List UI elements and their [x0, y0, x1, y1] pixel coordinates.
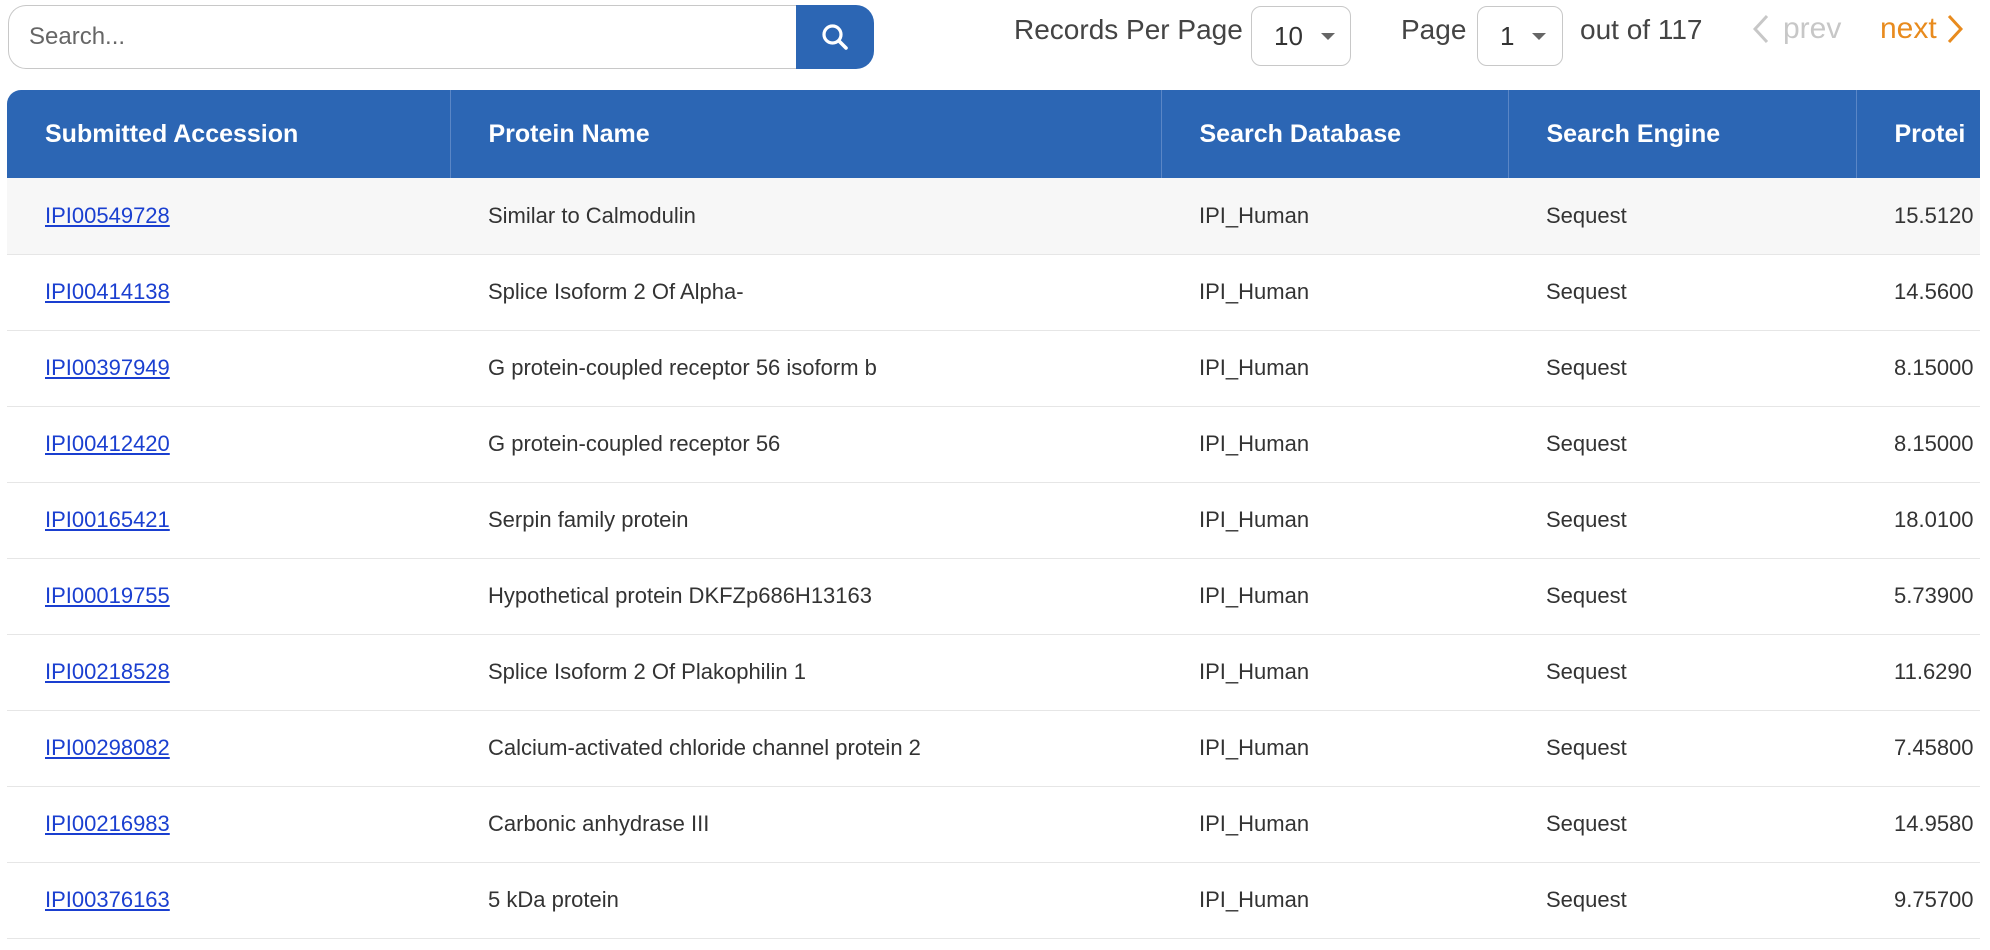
cell-search-engine: Sequest: [1508, 482, 1856, 559]
records-per-page-select[interactable]: 10: [1251, 6, 1351, 66]
cell-protein-name: G protein-coupled receptor 56: [450, 406, 1161, 483]
column-header-protein-value[interactable]: Protei: [1856, 90, 1980, 178]
page-value: 1: [1500, 20, 1515, 51]
next-label: next: [1880, 12, 1937, 45]
column-header-search-database[interactable]: Search Database: [1161, 90, 1509, 178]
cell-accession: IPI00216983: [7, 786, 450, 863]
cell-search-database: IPI_Human: [1161, 254, 1508, 331]
table-row: IPI00218528 Splice Isoform 2 Of Plakophil…: [7, 634, 1980, 711]
cell-protein-value: 7.45800: [1856, 710, 1980, 787]
accession-link[interactable]: IPI00412420: [45, 431, 170, 456]
cell-search-database: IPI_Human: [1161, 482, 1508, 559]
cell-protein-value: 18.0100: [1856, 482, 1980, 559]
next-button[interactable]: next: [1880, 12, 1963, 46]
cell-search-database: IPI_Human: [1161, 786, 1508, 863]
table-row: IPI00019755 Hypothetical protein DKFZp686…: [7, 558, 1980, 635]
chevron-right-icon: [1947, 14, 1963, 44]
cell-search-engine: Sequest: [1508, 862, 1856, 939]
records-per-page-value: 10: [1274, 20, 1303, 51]
cell-search-engine: Sequest: [1508, 634, 1856, 711]
cell-search-database: IPI_Human: [1161, 862, 1508, 939]
cell-protein-name: G protein-coupled receptor 56 isoform b: [450, 330, 1161, 407]
column-header-search-engine[interactable]: Search Engine: [1508, 90, 1857, 178]
table-row: IPI00412420 G protein-coupled receptor 56…: [7, 406, 1980, 483]
table-row: IPI00414138 Splice Isoform 2 Of Alpha- IPI…: [7, 254, 1980, 331]
cell-accession: IPI00412420: [7, 406, 450, 483]
accession-link[interactable]: IPI00298082: [45, 735, 170, 760]
cell-protein-value: 15.5120: [1856, 178, 1980, 255]
records-per-page-label: Records Per Page: [1014, 14, 1243, 45]
cell-protein-name: Hypothetical protein DKFZp686H13163: [450, 558, 1161, 635]
cell-accession: IPI00397949: [7, 330, 450, 407]
prev-label: prev: [1783, 12, 1842, 45]
cell-accession: IPI00019755: [7, 558, 450, 635]
cell-search-database: IPI_Human: [1161, 558, 1508, 635]
results-table: Submitted Accession Protein Name Search …: [7, 90, 1980, 939]
cell-protein-name: 5 kDa protein: [450, 862, 1161, 939]
accession-link[interactable]: IPI00019755: [45, 583, 170, 608]
page-select[interactable]: 1: [1477, 6, 1563, 66]
cell-search-database: IPI_Human: [1161, 330, 1508, 407]
accession-link[interactable]: IPI00165421: [45, 507, 170, 532]
prev-button[interactable]: prev: [1753, 12, 1841, 46]
cell-protein-name: Carbonic anhydrase III: [450, 786, 1161, 863]
cell-search-database: IPI_Human: [1161, 634, 1508, 711]
table-row: IPI00216983 Carbonic anhydrase III IPI_Hum…: [7, 786, 1980, 863]
search-bar: [8, 5, 874, 69]
cell-accession: IPI00298082: [7, 710, 450, 787]
cell-search-engine: Sequest: [1508, 558, 1856, 635]
table-row: IPI00376163 5 kDa protein IPI_Human Sequest…: [7, 862, 1980, 939]
cell-search-engine: Sequest: [1508, 254, 1856, 331]
cell-protein-value: 8.15000: [1856, 330, 1980, 407]
accession-link[interactable]: IPI00549728: [45, 203, 170, 228]
cell-accession: IPI00218528: [7, 634, 450, 711]
accession-link[interactable]: IPI00218528: [45, 659, 170, 684]
cell-protein-name: Serpin family protein: [450, 482, 1161, 559]
cell-search-engine: Sequest: [1508, 330, 1856, 407]
accession-link[interactable]: IPI00414138: [45, 279, 170, 304]
table-header-row: Submitted Accession Protein Name Search …: [7, 90, 1980, 178]
cell-search-database: IPI_Human: [1161, 710, 1508, 787]
search-input[interactable]: [8, 5, 796, 69]
cell-protein-name: Splice Isoform 2 Of Alpha-: [450, 254, 1161, 331]
table-row: IPI00397949 G protein-coupled receptor 56…: [7, 330, 1980, 407]
cell-protein-name: Splice Isoform 2 Of Plakophilin 1: [450, 634, 1161, 711]
table-row: IPI00298082 Calcium-activated chloride ch…: [7, 710, 1980, 787]
page-count-text: out of 117: [1580, 14, 1703, 45]
caret-down-icon: [1532, 32, 1547, 40]
cell-protein-value: 14.5600: [1856, 254, 1980, 331]
cell-accession: IPI00414138: [7, 254, 450, 331]
cell-protein-value: 8.15000: [1856, 406, 1980, 483]
cell-search-engine: Sequest: [1508, 710, 1856, 787]
cell-search-engine: Sequest: [1508, 406, 1856, 483]
cell-search-database: IPI_Human: [1161, 178, 1508, 255]
cell-protein-value: 5.73900: [1856, 558, 1980, 635]
cell-search-database: IPI_Human: [1161, 406, 1508, 483]
cell-search-engine: Sequest: [1508, 786, 1856, 863]
cell-protein-name: Similar to Calmodulin: [450, 178, 1161, 255]
search-icon: [822, 24, 848, 50]
table-body: IPI00549728 Similar to Calmodulin IPI_Huma…: [7, 178, 1980, 939]
cell-protein-name: Calcium-activated chloride channel prote…: [450, 710, 1161, 787]
table-row: IPI00165421 Serpin family protein IPI_Huma…: [7, 482, 1980, 559]
table-row: IPI00549728 Similar to Calmodulin IPI_Huma…: [7, 178, 1980, 255]
cell-accession: IPI00165421: [7, 482, 450, 559]
accession-link[interactable]: IPI00397949: [45, 355, 170, 380]
cell-search-engine: Sequest: [1508, 178, 1856, 255]
cell-protein-value: 11.6290: [1856, 634, 1980, 711]
cell-accession: IPI00376163: [7, 862, 450, 939]
page-label: Page: [1401, 14, 1467, 45]
chevron-left-icon: [1753, 14, 1769, 44]
accession-link[interactable]: IPI00216983: [45, 811, 170, 836]
column-header-protein-name[interactable]: Protein Name: [450, 90, 1162, 178]
accession-link[interactable]: IPI00376163: [45, 887, 170, 912]
cell-accession: IPI00549728: [7, 178, 450, 255]
cell-protein-value: 9.75700: [1856, 862, 1980, 939]
cell-protein-value: 14.9580: [1856, 786, 1980, 863]
toolbar: Records Per Page 10 Page 1 out of 117 pr…: [0, 0, 1980, 86]
page: Records Per Page 10 Page 1 out of 117 pr…: [0, 0, 1980, 950]
column-header-submitted-accession[interactable]: Submitted Accession: [7, 90, 451, 178]
search-button[interactable]: [796, 5, 874, 69]
caret-down-icon: [1320, 32, 1335, 40]
